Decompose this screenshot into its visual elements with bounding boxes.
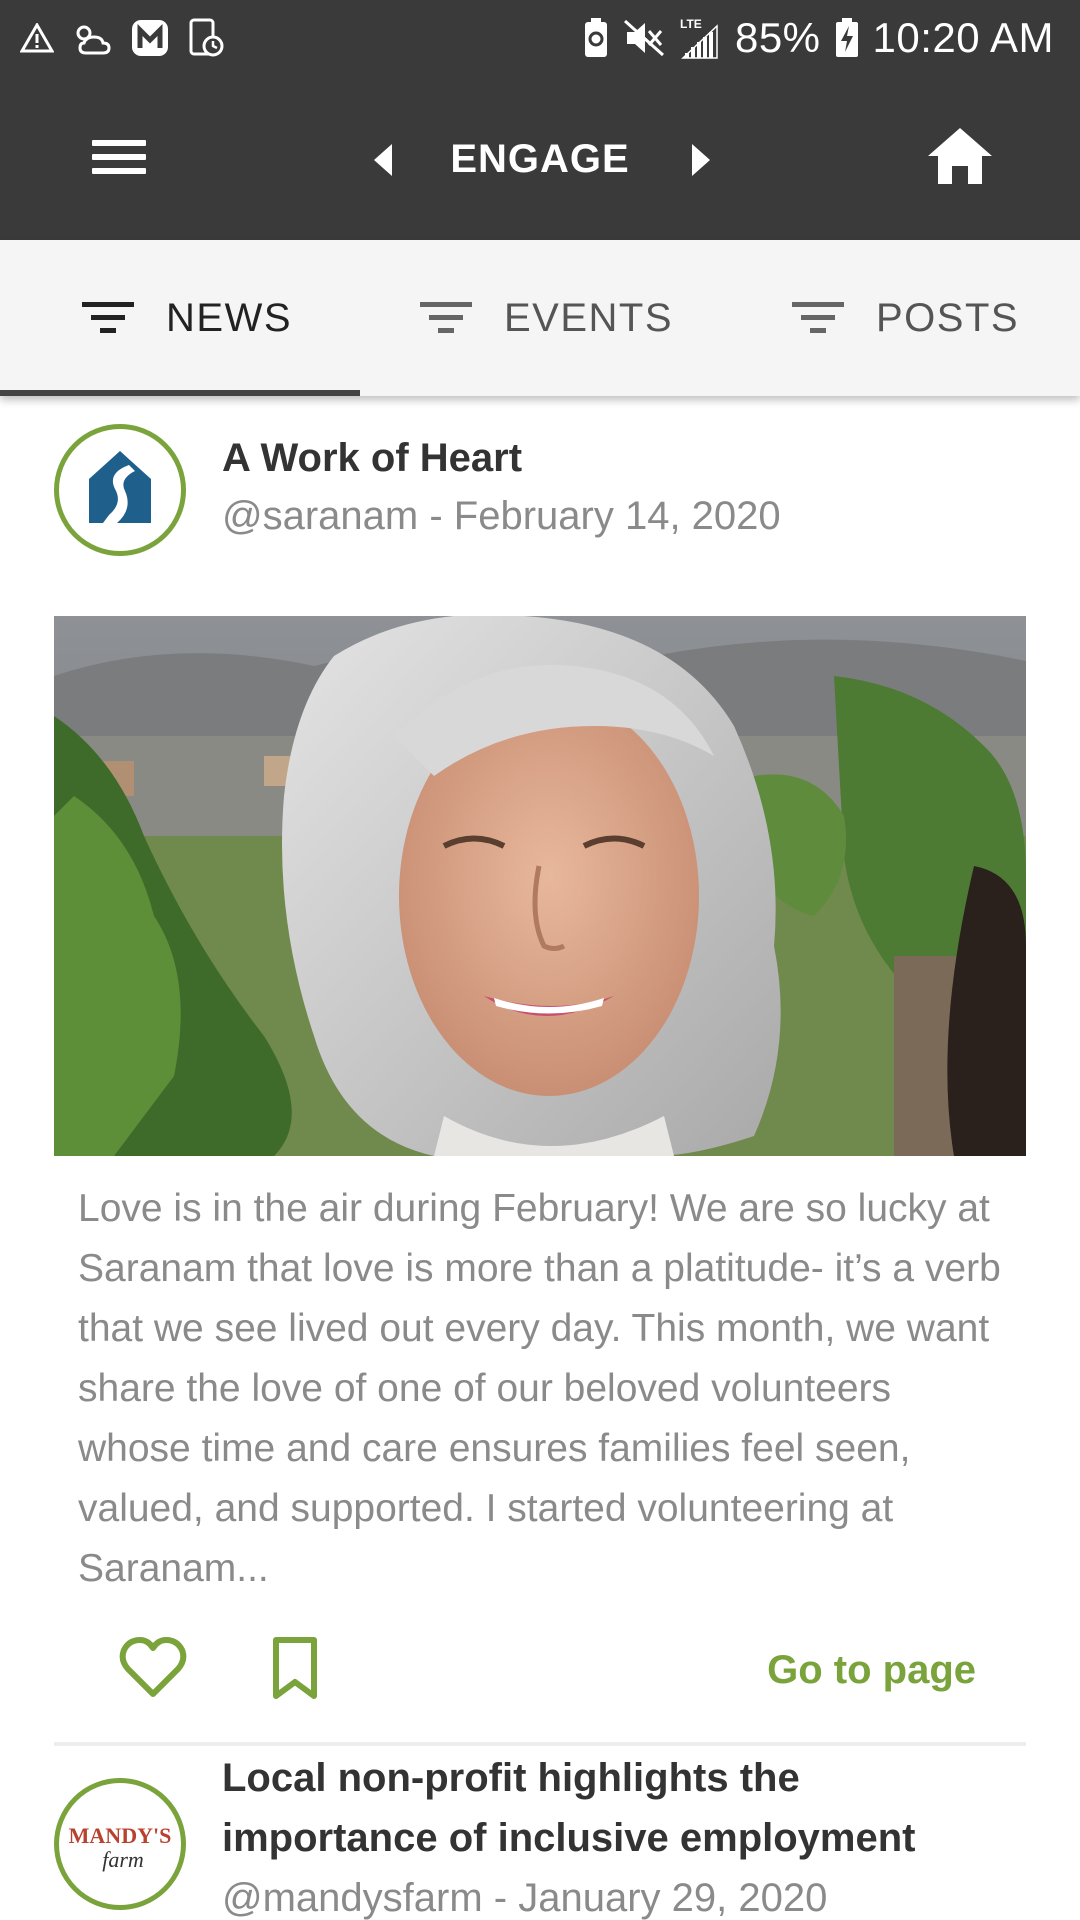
author-avatar[interactable]	[54, 424, 186, 556]
hamburger-icon-bar	[92, 154, 146, 160]
bookmark-button[interactable]	[268, 1636, 322, 1702]
logo-text-top: MANDY'S	[69, 1823, 172, 1848]
battery-percent: 85%	[734, 14, 821, 61]
tab-events-label: EVENTS	[504, 295, 674, 340]
battery-saver-icon	[584, 18, 607, 57]
clock: 10:20 AM	[872, 14, 1054, 61]
post-image[interactable]	[54, 616, 1026, 1156]
tab-bar: NEWS EVENTS POSTS	[0, 240, 1080, 396]
app-bar: ENGAGE	[0, 76, 1080, 240]
post-meta: @mandysfarm - January 29, 2020	[222, 1876, 828, 1920]
arrow-left-icon	[374, 144, 392, 176]
filter-icon	[792, 302, 844, 333]
like-button[interactable]	[118, 1636, 188, 1702]
tab-events[interactable]: EVENTS	[418, 240, 673, 396]
post-actions: Go to page	[54, 1630, 1026, 1710]
tab-posts-label: POSTS	[876, 295, 1020, 340]
go-to-page-link[interactable]: Go to page	[767, 1630, 976, 1710]
status-bar: LTE 85% 10:20 AM	[0, 0, 1080, 76]
battery-charging-icon	[835, 18, 858, 57]
heart-icon	[119, 1637, 187, 1697]
status-notifications	[20, 14, 224, 62]
news-post: A Work of Heart @saranam - February 14, …	[54, 424, 1026, 1754]
mute-icon	[623, 19, 664, 57]
active-tab-indicator	[0, 390, 360, 396]
signal-lte-icon: LTE	[680, 17, 718, 59]
menu-button[interactable]	[80, 128, 160, 188]
news-post: MANDY'S farm Local non-profit highlights…	[54, 1748, 1026, 1920]
post-divider	[54, 1742, 1026, 1746]
screen-record-icon	[189, 18, 224, 57]
filter-icon	[82, 302, 134, 333]
svg-text:LTE: LTE	[680, 17, 702, 31]
post-meta: @saranam - February 14, 2020	[222, 494, 781, 538]
post-title[interactable]: Local non-profit highlights the importan…	[222, 1748, 982, 1868]
hamburger-icon-bar	[92, 140, 146, 146]
news-feed[interactable]: A Work of Heart @saranam - February 14, …	[0, 396, 1080, 1920]
weather-icon	[76, 25, 111, 55]
previous-section-button[interactable]	[360, 130, 410, 190]
next-section-button[interactable]	[674, 130, 724, 190]
bookmark-icon	[273, 1637, 317, 1699]
tab-posts[interactable]: POSTS	[790, 240, 1019, 396]
warning-icon	[20, 23, 54, 53]
portrait-photo	[54, 616, 1026, 1156]
tab-news[interactable]: NEWS	[80, 240, 292, 396]
status-system: LTE 85% 10:20 AM	[583, 12, 1054, 64]
arrow-right-icon	[692, 144, 710, 176]
app-title: ENGAGE	[450, 137, 630, 181]
mandys-farm-logo-icon: MANDY'S farm	[69, 1823, 172, 1872]
saranam-logo-icon	[89, 451, 151, 523]
home-icon	[928, 128, 992, 184]
hamburger-icon-bar	[92, 168, 146, 174]
home-button[interactable]	[920, 122, 1000, 192]
tab-news-label: NEWS	[166, 295, 292, 340]
author-avatar[interactable]: MANDY'S farm	[54, 1778, 186, 1910]
post-excerpt: Love is in the air during February! We a…	[78, 1187, 1001, 1590]
post-title[interactable]: A Work of Heart	[222, 428, 522, 488]
logo-text-bottom: farm	[102, 1847, 144, 1872]
filter-icon	[420, 302, 472, 333]
app-m-icon	[132, 20, 168, 56]
